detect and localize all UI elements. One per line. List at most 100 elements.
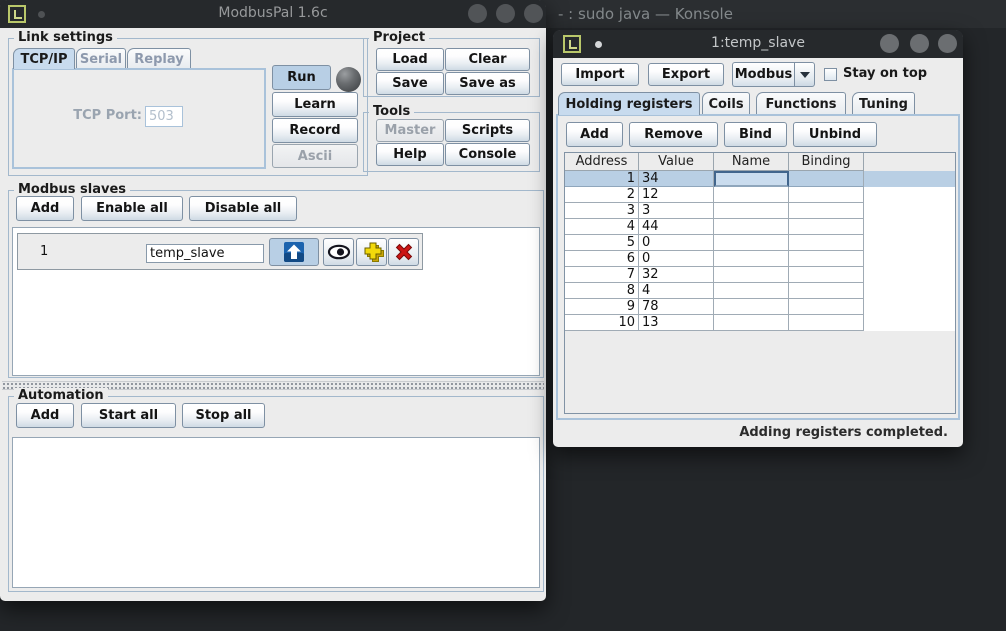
cell-name[interactable]	[714, 283, 789, 299]
table-row[interactable]: 444	[565, 219, 955, 235]
register-add-button[interactable]: Add	[566, 122, 623, 147]
table-row[interactable]: 212	[565, 187, 955, 203]
combobox-arrow-icon[interactable]	[794, 62, 815, 87]
load-button[interactable]: Load	[376, 48, 444, 71]
cell-value[interactable]: 12	[639, 187, 714, 203]
cell-address[interactable]: 8	[565, 283, 639, 299]
slave-add-automation-button[interactable]	[356, 238, 387, 266]
cell-address[interactable]: 5	[565, 235, 639, 251]
save-as-button[interactable]: Save as	[445, 72, 530, 95]
tab-coils[interactable]: Coils	[702, 92, 750, 115]
cell-binding[interactable]	[789, 315, 864, 331]
cell-value[interactable]: 44	[639, 219, 714, 235]
cell-value[interactable]: 13	[639, 315, 714, 331]
cell-binding[interactable]	[789, 235, 864, 251]
unbind-button[interactable]: Unbind	[793, 122, 877, 147]
cell-binding[interactable]	[789, 283, 864, 299]
cell-name[interactable]	[714, 299, 789, 315]
close-button[interactable]	[524, 4, 543, 23]
table-row[interactable]: 84	[565, 283, 955, 299]
cell-binding[interactable]	[789, 203, 864, 219]
register-remove-button[interactable]: Remove	[629, 122, 718, 147]
slave-delete-button[interactable]	[388, 238, 419, 266]
cell-value[interactable]: 32	[639, 267, 714, 283]
cell-address[interactable]: 3	[565, 203, 639, 219]
table-row[interactable]: 33	[565, 203, 955, 219]
table-row[interactable]: 732	[565, 267, 955, 283]
column-header-address[interactable]: Address	[565, 153, 639, 171]
slave-stay-visible-button[interactable]	[323, 238, 354, 266]
cell-name[interactable]	[714, 315, 789, 331]
cell-value[interactable]: 34	[639, 171, 714, 187]
mode-combobox[interactable]: Modbus	[732, 62, 794, 87]
slave-enable-toggle-button[interactable]	[269, 238, 319, 266]
modbuspal-titlebar[interactable]: ModbusPal 1.6c	[0, 0, 546, 28]
cell-name[interactable]	[714, 171, 789, 187]
slave-item[interactable]: 1 temp_slave	[17, 233, 423, 270]
cell-name[interactable]	[714, 235, 789, 251]
start-all-button[interactable]: Start all	[81, 403, 176, 428]
ascii-button[interactable]: Ascii	[272, 144, 358, 168]
cell-address[interactable]: 4	[565, 219, 639, 235]
tab-holding-registers[interactable]: Holding registers	[558, 92, 700, 115]
run-button[interactable]: Run	[272, 65, 331, 90]
cell-name[interactable]	[714, 203, 789, 219]
stop-all-button[interactable]: Stop all	[182, 403, 265, 428]
table-row[interactable]: 1013	[565, 315, 955, 331]
enable-all-button[interactable]: Enable all	[81, 196, 183, 221]
slave-dialog-titlebar[interactable]: 1:temp_slave	[553, 30, 963, 58]
automation-add-button[interactable]: Add	[16, 403, 74, 428]
maximize-button[interactable]	[910, 34, 929, 53]
tab-tuning[interactable]: Tuning	[852, 92, 915, 115]
cell-address[interactable]: 7	[565, 267, 639, 283]
master-button[interactable]: Master	[376, 119, 444, 142]
minimize-button[interactable]	[468, 4, 487, 23]
cell-name[interactable]	[714, 187, 789, 203]
cell-value[interactable]: 3	[639, 203, 714, 219]
cell-address[interactable]: 10	[565, 315, 639, 331]
cell-binding[interactable]	[789, 267, 864, 283]
cell-binding[interactable]	[789, 251, 864, 267]
table-row[interactable]: 60	[565, 251, 955, 267]
cell-value[interactable]: 0	[639, 251, 714, 267]
tab-serial[interactable]: Serial	[76, 48, 126, 69]
cell-value[interactable]: 4	[639, 283, 714, 299]
table-row[interactable]: 134	[565, 171, 955, 187]
bind-button[interactable]: Bind	[724, 122, 787, 147]
import-button[interactable]: Import	[561, 63, 639, 86]
disable-all-button[interactable]: Disable all	[189, 196, 297, 221]
cell-name[interactable]	[714, 219, 789, 235]
tab-replay[interactable]: Replay	[127, 48, 191, 69]
column-header-name[interactable]: Name	[714, 153, 789, 171]
cell-value[interactable]: 78	[639, 299, 714, 315]
stay-on-top-checkbox[interactable]	[824, 68, 837, 81]
cell-address[interactable]: 6	[565, 251, 639, 267]
cell-binding[interactable]	[789, 219, 864, 235]
export-button[interactable]: Export	[648, 63, 724, 86]
tab-functions[interactable]: Functions	[756, 92, 846, 115]
table-row[interactable]: 50	[565, 235, 955, 251]
slave-add-button[interactable]: Add	[16, 196, 74, 221]
cell-value[interactable]: 0	[639, 235, 714, 251]
minimize-button[interactable]	[880, 34, 899, 53]
cell-address[interactable]: 2	[565, 187, 639, 203]
slave-name-field[interactable]: temp_slave	[146, 244, 264, 263]
column-header-binding[interactable]: Binding	[789, 153, 864, 171]
cell-binding[interactable]	[789, 299, 864, 315]
tab-tcpip[interactable]: TCP/IP	[13, 48, 75, 69]
cell-binding[interactable]	[789, 171, 864, 187]
cell-name[interactable]	[714, 267, 789, 283]
cell-name[interactable]	[714, 251, 789, 267]
help-button[interactable]: Help	[376, 143, 444, 166]
close-button[interactable]	[938, 34, 957, 53]
clear-button[interactable]: Clear	[445, 48, 530, 71]
scripts-button[interactable]: Scripts	[445, 119, 530, 142]
record-button[interactable]: Record	[272, 118, 358, 143]
console-button[interactable]: Console	[445, 143, 530, 166]
cell-address[interactable]: 1	[565, 171, 639, 187]
table-row[interactable]: 978	[565, 299, 955, 315]
cell-binding[interactable]	[789, 187, 864, 203]
save-button[interactable]: Save	[376, 72, 444, 95]
learn-button[interactable]: Learn	[272, 92, 358, 117]
maximize-button[interactable]	[496, 4, 515, 23]
